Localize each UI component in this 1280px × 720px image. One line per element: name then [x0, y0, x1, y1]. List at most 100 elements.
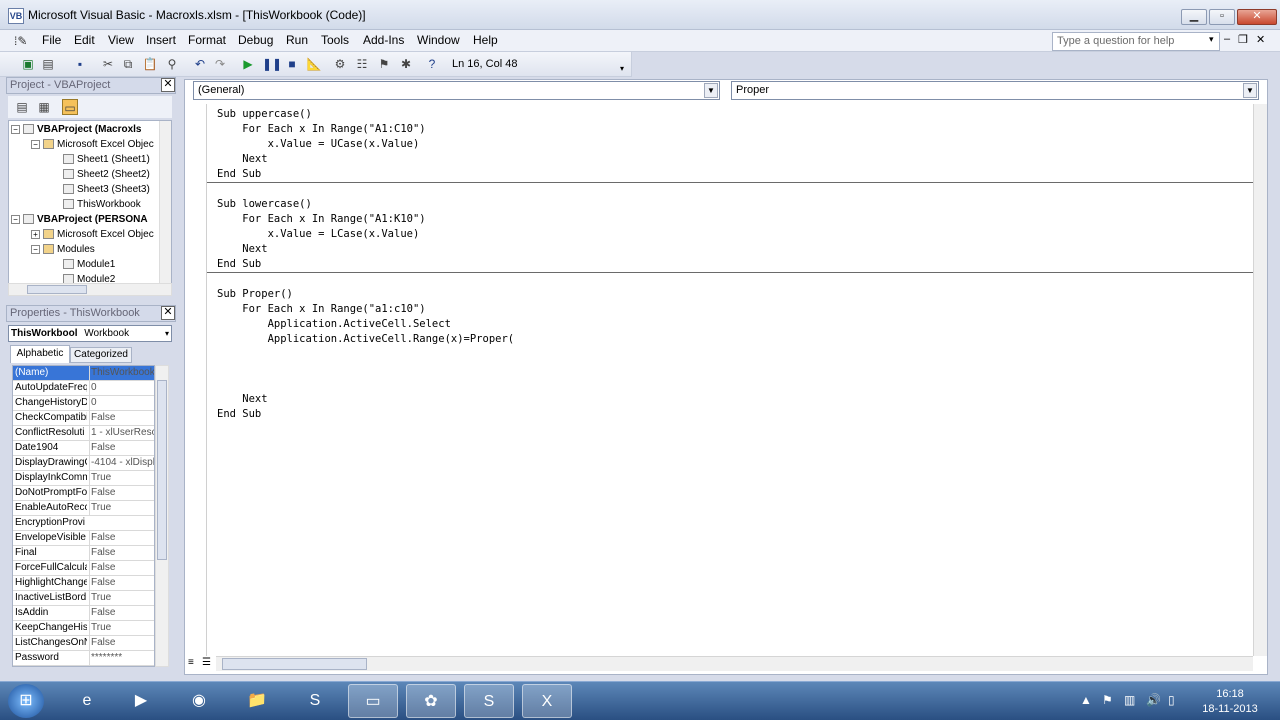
object-selector[interactable]: ThisWorkbool Workbook ▾	[8, 325, 172, 342]
start-button[interactable]: ⊞	[8, 684, 44, 718]
menu-run[interactable]: Run	[283, 33, 311, 47]
property-value[interactable]: False	[89, 606, 154, 620]
volume-icon[interactable]: 🔊	[1146, 693, 1161, 707]
object-browser-icon[interactable]: ⚑	[376, 56, 392, 72]
properties-vscroll[interactable]	[155, 365, 169, 667]
code-line[interactable]: x.Value = UCase(x.Value)	[217, 138, 420, 150]
hscroll-thumb[interactable]	[222, 658, 367, 670]
object-selector-dropdown-icon[interactable]: ▾	[165, 326, 169, 341]
code-line[interactable]: For Each x In Range("A1:C10")	[217, 123, 425, 135]
tree-node[interactable]: Sheet3 (Sheet3)	[63, 184, 150, 195]
network-icon[interactable]: ▥	[1124, 693, 1135, 707]
close-button[interactable]: ✕	[1237, 9, 1277, 25]
tree-node[interactable]: − VBAProject (Macroxls	[11, 124, 141, 135]
property-value[interactable]: 0	[89, 396, 154, 410]
project-vscroll[interactable]	[159, 121, 171, 284]
property-value[interactable]: False	[89, 546, 154, 560]
property-row[interactable]: EnableAutoRecc True	[13, 501, 154, 516]
property-value[interactable]: False	[89, 561, 154, 575]
design-mode-icon[interactable]: 📐	[306, 56, 322, 72]
save-icon[interactable]: ▪	[72, 56, 88, 72]
property-value[interactable]: 0	[89, 381, 154, 395]
property-row[interactable]: AutoUpdateFreq 0	[13, 381, 154, 396]
menu-edit[interactable]: Edit	[71, 33, 98, 47]
flower-icon[interactable]: ✿	[406, 684, 456, 718]
property-value[interactable]: True	[89, 621, 154, 635]
help-icon[interactable]: ?	[424, 56, 440, 72]
project-explorer-icon[interactable]: ⚙	[332, 56, 348, 72]
code-line[interactable]: For Each x In Range("a1:c10")	[217, 303, 425, 315]
property-value[interactable]: True	[89, 471, 154, 485]
property-row[interactable]: (Name) ThisWorkbook	[13, 366, 154, 381]
procedure-combo[interactable]: Proper ▼	[731, 81, 1259, 100]
menu-debug[interactable]: Debug	[235, 33, 276, 47]
show-hidden-icons-icon[interactable]: ▲	[1080, 693, 1092, 707]
vba-app-icon[interactable]: VB	[8, 8, 24, 24]
code-hscroll[interactable]	[216, 656, 1253, 671]
properties-pane-close-icon[interactable]: ✕	[161, 306, 175, 320]
property-value[interactable]: ThisWorkbook	[89, 366, 154, 380]
media-player-icon[interactable]: ▶	[116, 684, 166, 718]
property-value[interactable]: -4104 - xlDispla	[89, 456, 154, 470]
copy-icon[interactable]: ⧉	[120, 56, 136, 72]
clock[interactable]: 16:18 18-11-2013	[1200, 687, 1260, 717]
property-row[interactable]: DoNotPromptFo False	[13, 486, 154, 501]
chrome-icon[interactable]: ◉	[174, 684, 224, 718]
property-value[interactable]: False	[89, 486, 154, 500]
property-value[interactable]: True	[89, 591, 154, 605]
view-code-icon[interactable]: ▤	[14, 99, 30, 115]
code-line[interactable]: Application.ActiveCell.Select	[217, 318, 451, 330]
ie-icon[interactable]: e	[62, 684, 112, 718]
property-row[interactable]: HighlightChange False	[13, 576, 154, 591]
property-row[interactable]: EncryptionProvi	[13, 516, 154, 531]
maximize-button[interactable]: ▫	[1209, 9, 1235, 25]
property-row[interactable]: ForceFullCalcula False	[13, 561, 154, 576]
tree-node[interactable]: − VBAProject (PERSONA	[11, 214, 148, 225]
full-module-view-icon[interactable]: ☰	[202, 657, 211, 668]
procedure-view-icon[interactable]: ≡	[188, 657, 194, 668]
code-line[interactable]: x.Value = LCase(x.Value)	[217, 228, 420, 240]
property-row[interactable]: Date1904 False	[13, 441, 154, 456]
property-value[interactable]: False	[89, 441, 154, 455]
tab-alphabetic[interactable]: Alphabetic	[10, 345, 70, 363]
tree-node[interactable]: ThisWorkbook	[63, 199, 141, 210]
minimize-button[interactable]: ▁	[1181, 9, 1207, 25]
property-row[interactable]: InactiveListBord True	[13, 591, 154, 606]
property-row[interactable]: Password ********	[13, 651, 154, 666]
code-line[interactable]: Sub lowercase()	[217, 198, 312, 210]
object-combo[interactable]: (General) ▼	[193, 81, 720, 100]
property-row[interactable]: CheckCompatibi False	[13, 411, 154, 426]
code-line[interactable]: Next	[217, 393, 267, 405]
undo-icon[interactable]: ↶	[192, 56, 208, 72]
view-object-icon[interactable]: ▦	[36, 99, 52, 115]
code-line[interactable]: End Sub	[217, 408, 261, 420]
child-restore-button[interactable]: ❐	[1238, 33, 1248, 46]
menu-tools[interactable]: Tools	[318, 33, 352, 47]
property-row[interactable]: ConflictResoluti 1 - xlUserReso	[13, 426, 154, 441]
view-excel-icon[interactable]: ▣	[20, 56, 36, 72]
project-hscroll[interactable]	[8, 283, 172, 296]
paste-icon[interactable]: 📋	[142, 56, 158, 72]
property-row[interactable]: IsAddin False	[13, 606, 154, 621]
property-row[interactable]: DisplayInkComm True	[13, 471, 154, 486]
help-dropdown-icon[interactable]: ▾	[1209, 34, 1214, 45]
project-pane-close-icon[interactable]: ✕	[161, 78, 175, 92]
property-row[interactable]: EnvelopeVisible False	[13, 531, 154, 546]
explorer-icon[interactable]: 📁	[232, 684, 282, 718]
stickynotes-icon[interactable]: ▭	[348, 684, 398, 718]
property-row[interactable]: DisplayDrawingO -4104 - xlDispla	[13, 456, 154, 471]
find-icon[interactable]: ⚲	[164, 56, 180, 72]
vba-menu-icon[interactable]: ⁞✎	[14, 34, 36, 48]
code-line[interactable]: Next	[217, 153, 267, 165]
toolbar-options-icon[interactable]: ▾	[620, 64, 624, 73]
toolbox-icon[interactable]: ✱	[398, 56, 414, 72]
toggle-folders-icon[interactable]: ▭	[62, 99, 78, 115]
chevron-down-icon[interactable]: ▼	[704, 83, 718, 98]
flag-icon[interactable]: ⚑	[1102, 693, 1113, 707]
tree-node[interactable]: Module1	[63, 259, 115, 270]
child-minimize-button[interactable]: –	[1224, 33, 1230, 45]
excel-icon[interactable]: X	[522, 684, 572, 718]
break-icon[interactable]: ❚❚	[262, 56, 282, 72]
code-editor[interactable]: Sub uppercase() For Each x In Range("A1:…	[206, 104, 1253, 656]
code-line[interactable]: End Sub	[217, 168, 261, 180]
